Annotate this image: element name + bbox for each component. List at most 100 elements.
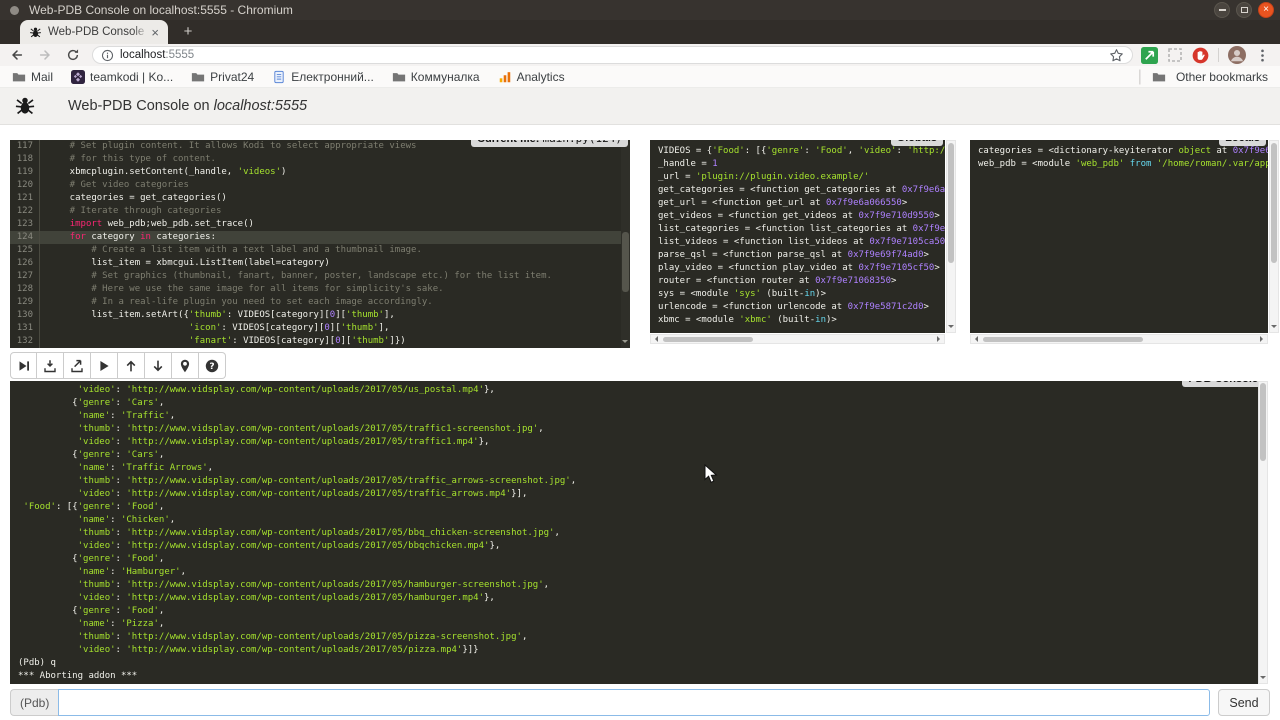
reload-icon[interactable] [62,46,84,64]
where-button[interactable] [172,352,199,379]
code-text: # Create a list item with a text label a… [40,244,422,257]
chart-icon [498,70,512,84]
globals-lines: VIDEOS = {'Food': [{'genre': 'Food', 'vi… [658,145,945,327]
bookmark-item[interactable]: Mail [12,70,53,84]
globals-scroll-down-arrow[interactable] [948,325,954,331]
code-line: 119 xbmcplugin.setContent(_handle, 'vide… [10,166,630,179]
step-button[interactable] [37,352,64,379]
console-scrollbar-thumb[interactable] [1260,383,1266,461]
locals-vertical-scrollbar[interactable] [1269,140,1279,333]
bookmark-star-icon[interactable] [1109,48,1124,63]
locals-scroll-left-arrow[interactable] [972,336,978,342]
console-line: 'video': 'http://www.vidsplay.com/wp-con… [18,540,1258,553]
maximize-icon [1241,7,1248,13]
help-button[interactable]: ? [199,352,226,379]
editor-scroll-down-arrow[interactable] [622,340,628,346]
code-text: # Get video categories [40,179,189,192]
extension-blocker-icon[interactable] [1192,47,1209,64]
locals-scroll-right-arrow[interactable] [1260,336,1266,342]
globals-horizontal-scrollbar[interactable] [650,334,945,344]
globals-line: sys = <module 'sys' (built-in)> [658,288,945,301]
tab-strip: Web-PDB Console on loca × + [0,20,1280,44]
bug-favicon [29,26,42,39]
globals-scroll-right-arrow[interactable] [937,336,943,342]
console-line: 'thumb': 'http://www.vidsplay.com/wp-con… [18,631,1258,644]
locals-horizontal-scrollbar[interactable] [970,334,1268,344]
window-close-button[interactable]: × [1258,2,1274,18]
bookmark-item[interactable]: teamkodi | Ko... [71,70,173,84]
code-line: 125 # Create a list item with a text lab… [10,244,630,257]
code-line: 128 # Here we use the same image for all… [10,283,630,296]
extension-gray-icon[interactable] [1167,47,1183,63]
tab-close-icon[interactable]: × [148,25,162,40]
next-button[interactable] [10,352,37,379]
profile-avatar[interactable] [1228,46,1246,64]
bookmark-item[interactable]: Analytics [498,70,565,84]
code-line: 127 # Set graphics (thumbnail, fanart, b… [10,270,630,283]
browser-window: Web-PDB Console on localhost:5555 - Chro… [0,0,1280,720]
pdb-command-input[interactable] [58,689,1210,716]
continue-button[interactable] [91,352,118,379]
page-header: Web-PDB Console on localhost:5555 [0,88,1280,125]
editor-vertical-scrollbar[interactable] [621,140,630,348]
console-line: {'genre': 'Cars', [18,397,1258,410]
active-tab[interactable]: Web-PDB Console on loca × [20,20,168,44]
code-text: 'fanart': VIDEOS[category][0]['thumb']}) [40,335,406,348]
new-tab-button[interactable]: + [176,23,200,41]
globals-line: _handle = 1 [658,158,945,171]
locals-scrollbar-thumb[interactable] [1271,143,1277,263]
address-bar[interactable]: localhost:5555 [92,46,1133,64]
maximize-button[interactable] [1236,2,1252,18]
code-line: 118 # for this type of content. [10,153,630,166]
code-text: # In a real-life plugin you need to set … [40,296,433,309]
bookmark-item[interactable]: Електронний... [272,70,374,84]
line-number: 126 [10,257,40,270]
window-titlebar[interactable]: Web-PDB Console on localhost:5555 - Chro… [0,0,1280,20]
locals-scroll-down-arrow[interactable] [1271,325,1277,331]
browser-menu-icon[interactable] [1255,48,1270,63]
send-button[interactable]: Send [1218,689,1270,716]
code-text: xbmcplugin.setContent(_handle, 'videos') [40,166,286,179]
globals-line: list_categories = <function list_categor… [658,223,945,236]
globals-line: router = <function router at 0x7f9e71068… [658,275,945,288]
globals-hscrollbar-thumb[interactable] [663,337,753,342]
code-text: list_item.setArt({'thumb': VIDEOS[catego… [40,309,395,322]
svg-text:?: ? [209,362,214,372]
console-line: 'name': 'Traffic', [18,410,1258,423]
minimize-button[interactable] [1214,2,1230,18]
globals-scrollbar-thumb[interactable] [948,143,954,263]
return-icon [70,359,84,373]
code-text: for category in categories: [40,231,216,244]
folder-icon [1152,70,1166,84]
console-line: 'video': 'http://www.vidsplay.com/wp-con… [18,488,1258,501]
return-button[interactable] [64,352,91,379]
current-file-badge: Current file: main.py(124) [471,140,628,147]
console-vertical-scrollbar[interactable] [1258,381,1268,684]
page-title-host: localhost:5555 [214,98,308,114]
forward-icon[interactable] [34,46,56,64]
other-bookmarks[interactable]: | Other bookmarks [1138,68,1268,86]
back-icon[interactable] [6,46,28,64]
tab-title: Web-PDB Console on loca [48,26,148,38]
down-button[interactable] [145,352,172,379]
line-number: 120 [10,179,40,192]
code-text: # for this type of content. [40,153,216,166]
bookmark-item[interactable]: Коммуналка [392,70,480,84]
locals-hscrollbar-thumb[interactable] [983,337,1143,342]
extension-green-icon[interactable] [1141,47,1158,64]
minimize-icon [1219,9,1226,11]
globals-scroll-left-arrow[interactable] [652,336,658,342]
console-scroll-down-arrow[interactable] [1260,676,1266,682]
console-line: 'Food': [{'genre': 'Food', [18,501,1258,514]
console-line: 'name': 'Chicken', [18,514,1258,527]
line-number: 123 [10,218,40,231]
site-info-icon[interactable] [101,49,114,62]
line-number: 121 [10,192,40,205]
up-button[interactable] [118,352,145,379]
code-text: list_item = xbmcgui.ListItem(label=categ… [40,257,330,270]
folder-icon [191,70,205,84]
globals-vertical-scrollbar[interactable] [946,140,956,333]
editor-scrollbar-thumb[interactable] [622,232,629,292]
line-number: 130 [10,309,40,322]
bookmark-item[interactable]: Privat24 [191,70,254,84]
